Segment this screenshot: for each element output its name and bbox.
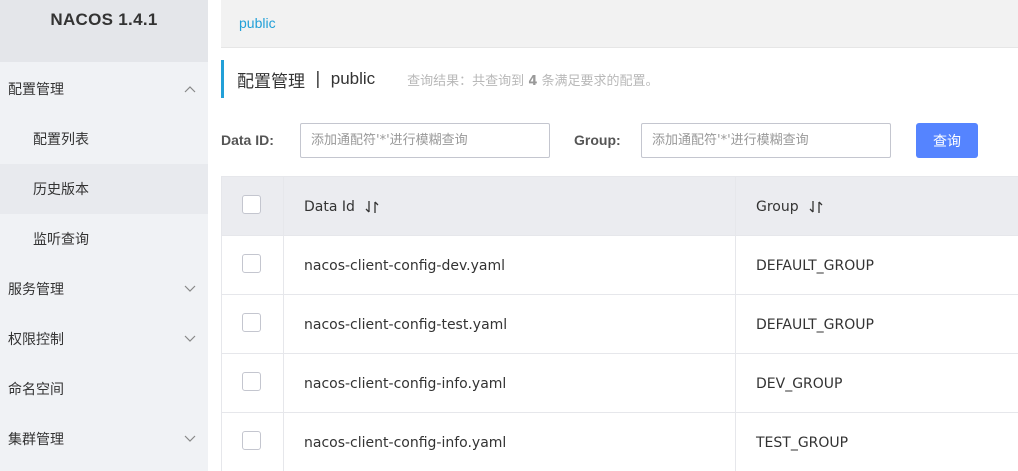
search-filter: Data ID: Group: 查询 xyxy=(221,123,1018,158)
sidebar-item-label: 配置列表 xyxy=(33,132,89,148)
table-header-row: Data Id Group xyxy=(222,177,1018,236)
config-table: Data Id Group nacos-client-config-dev.ya… xyxy=(221,176,1018,471)
sidebar-item-label: 命名空间 xyxy=(8,382,64,398)
row-checkbox-cell xyxy=(222,413,284,471)
row-checkbox-cell xyxy=(222,295,284,354)
sidebar-item-label: 服务管理 xyxy=(8,282,64,298)
data-id-cell: nacos-client-config-dev.yaml xyxy=(284,236,736,295)
query-result-summary: 查询结果：共查询到 4 条满足要求的配置。 xyxy=(407,70,658,89)
sidebar-item-history[interactable]: 历史版本 xyxy=(0,164,208,214)
group-cell: DEFAULT_GROUP xyxy=(756,316,874,333)
result-suffix: 条满足要求的配置。 xyxy=(541,73,659,89)
sidebar-item-cluster-management[interactable]: 集群管理 xyxy=(0,414,208,464)
namespace-bar: public xyxy=(221,0,1018,48)
result-count: 4 xyxy=(528,73,538,89)
sidebar-item-service-management[interactable]: 服务管理 xyxy=(0,264,208,314)
sidebar-item-label: 权限控制 xyxy=(8,332,64,348)
sidebar-item-label: 配置管理 xyxy=(8,82,64,98)
data-id-input[interactable] xyxy=(300,123,550,158)
row-checkbox[interactable] xyxy=(242,372,261,391)
group-input[interactable] xyxy=(641,123,891,158)
sidebar-item-label: 历史版本 xyxy=(33,182,89,198)
table-row[interactable]: nacos-client-config-test.yaml DEFAULT_GR… xyxy=(222,295,1018,354)
page-header: 配置管理 | public 查询结果：共查询到 4 条满足要求的配置。 xyxy=(221,60,1018,98)
column-header-label: Data Id xyxy=(304,198,355,215)
group-label: Group: xyxy=(574,132,621,148)
sidebar-item-namespace[interactable]: 命名空间 xyxy=(0,364,208,414)
select-all-checkbox[interactable] xyxy=(242,195,261,214)
row-checkbox[interactable] xyxy=(242,313,261,332)
chevron-down-icon xyxy=(184,314,196,364)
table-row[interactable]: nacos-client-config-dev.yaml DEFAULT_GRO… xyxy=(222,236,1018,295)
column-header-label: Group xyxy=(756,198,799,215)
chevron-down-icon xyxy=(184,414,196,464)
sidebar-item-label: 监听查询 xyxy=(33,232,89,248)
chevron-up-icon xyxy=(184,64,196,114)
column-header-group[interactable]: Group xyxy=(736,177,1018,236)
data-id-cell: nacos-client-config-info.yaml xyxy=(284,354,736,413)
sidebar-item-config-management[interactable]: 配置管理 xyxy=(0,64,208,114)
group-cell: DEFAULT_GROUP xyxy=(756,257,874,274)
row-checkbox-cell xyxy=(222,354,284,413)
namespace-tab-public[interactable]: public xyxy=(239,15,276,31)
row-checkbox[interactable] xyxy=(242,431,261,450)
row-checkbox-cell xyxy=(222,236,284,295)
table-row[interactable]: nacos-client-config-info.yaml TEST_GROUP xyxy=(222,413,1018,471)
sort-icon[interactable] xyxy=(809,199,823,215)
result-prefix: 查询结果：共查询到 xyxy=(407,73,525,89)
column-header-data-id[interactable]: Data Id xyxy=(284,177,736,236)
sidebar-item-label: 集群管理 xyxy=(8,432,64,448)
main-content: public 配置管理 | public 查询结果：共查询到 4 条满足要求的配… xyxy=(221,0,1018,471)
sort-icon[interactable] xyxy=(365,199,379,215)
data-id-cell: nacos-client-config-test.yaml xyxy=(284,295,736,354)
row-checkbox[interactable] xyxy=(242,254,261,273)
title-separator: | xyxy=(315,69,321,89)
chevron-down-icon xyxy=(184,264,196,314)
brand-logo: NACOS 1.4.1 xyxy=(0,0,208,62)
sidebar-item-access-control[interactable]: 权限控制 xyxy=(0,314,208,364)
group-cell: TEST_GROUP xyxy=(756,434,849,451)
table-row[interactable]: nacos-client-config-info.yaml DEV_GROUP xyxy=(222,354,1018,413)
page-namespace: public xyxy=(330,69,376,88)
sidebar-item-listener-query[interactable]: 监听查询 xyxy=(0,214,208,264)
title-accent-bar xyxy=(221,60,224,98)
group-cell: DEV_GROUP xyxy=(756,375,843,392)
data-id-label: Data ID: xyxy=(221,132,274,148)
page-title: 配置管理 xyxy=(237,71,305,92)
sidebar-item-config-list[interactable]: 配置列表 xyxy=(0,114,208,164)
header-checkbox-cell xyxy=(222,177,284,236)
sidebar: NACOS 1.4.1 配置管理 配置列表 历史版本 监听查询 服务管理 权限控… xyxy=(0,0,208,471)
query-button[interactable]: 查询 xyxy=(916,123,978,158)
data-id-cell: nacos-client-config-info.yaml xyxy=(284,413,736,471)
